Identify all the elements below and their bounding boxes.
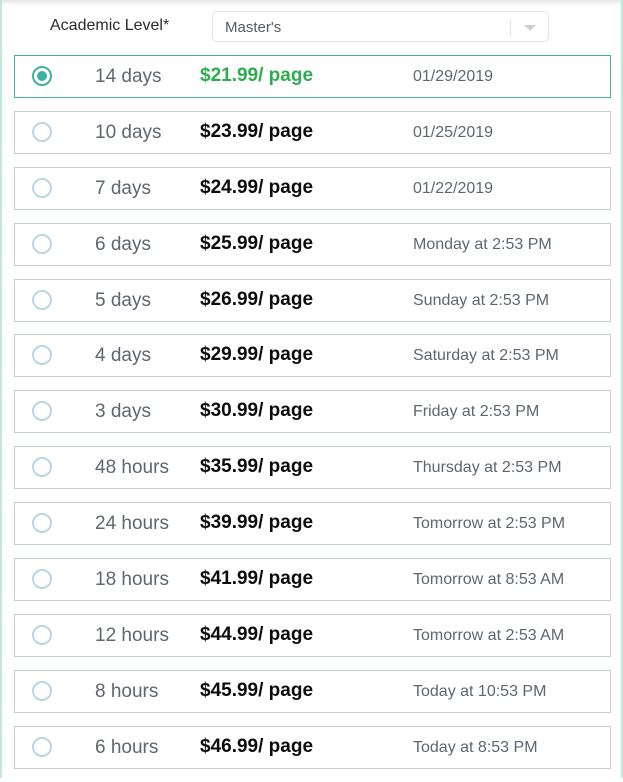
deadline-panel: Academic Level* Master's 14 days $21.99/…: [0, 0, 623, 778]
deadline-option[interactable]: 5 days $26.99/ page Sunday at 2:53 PM: [14, 278, 611, 322]
option-deadline: Saturday at 2:53 PM: [413, 347, 559, 365]
academic-level-row: Academic Level* Master's: [2, 11, 621, 43]
option-price: $41.99/ page: [200, 568, 314, 590]
radio-button-icon[interactable]: [32, 569, 52, 590]
academic-level-label: Academic Level*: [50, 17, 170, 34]
option-duration: 4 days: [95, 345, 151, 367]
deadline-option-selected[interactable]: 14 days $21.99/ page 01/29/2019: [14, 55, 611, 98]
option-price: $45.99/ page: [200, 679, 314, 701]
deadline-option[interactable]: 6 days $25.99/ page Monday at 2:53 PM: [14, 222, 611, 266]
option-price: $24.99/ page: [200, 176, 314, 198]
select-separator: [510, 20, 511, 36]
option-duration: 48 hours: [95, 457, 169, 479]
option-duration: 14 days: [95, 66, 162, 87]
deadline-option[interactable]: 4 days $29.99/ page Saturday at 2:53 PM: [14, 334, 611, 378]
option-deadline: 01/25/2019: [413, 123, 494, 141]
deadline-option[interactable]: 48 hours $35.99/ page Thursday at 2:53 P…: [14, 446, 611, 490]
option-deadline: Today at 8:53 PM: [413, 738, 538, 756]
option-duration: 7 days: [95, 177, 151, 199]
radio-button-icon[interactable]: [32, 66, 52, 86]
radio-button-icon[interactable]: [32, 345, 52, 366]
option-deadline: Friday at 2:53 PM: [413, 403, 540, 421]
option-deadline: 01/29/2019: [413, 68, 494, 85]
deadline-option[interactable]: 3 days $30.99/ page Friday at 2:53 PM: [14, 390, 611, 434]
radio-button-icon[interactable]: [32, 513, 52, 534]
option-price: $30.99/ page: [200, 400, 314, 422]
option-price: $44.99/ page: [200, 623, 314, 645]
option-deadline: Monday at 2:53 PM: [413, 235, 552, 253]
option-deadline: Sunday at 2:53 PM: [413, 291, 550, 309]
deadline-option[interactable]: 10 days $23.99/ page 01/25/2019: [14, 110, 611, 154]
option-duration: 18 hours: [95, 569, 169, 591]
option-duration: 5 days: [95, 289, 151, 311]
option-deadline: Tomorrow at 2:53 AM: [413, 626, 565, 644]
deadline-option[interactable]: 6 hours $46.99/ page Today at 8:53 PM: [14, 725, 611, 769]
option-deadline: 01/22/2019: [413, 179, 494, 197]
option-duration: 6 days: [95, 233, 151, 255]
option-price: $23.99/ page: [200, 120, 314, 142]
radio-button-icon[interactable]: [32, 177, 52, 198]
chevron-down-icon[interactable]: [524, 25, 536, 31]
deadline-option[interactable]: 8 hours $45.99/ page Today at 10:53 PM: [14, 669, 611, 713]
option-duration: 3 days: [95, 401, 151, 423]
option-duration: 6 hours: [95, 736, 159, 758]
option-price: $25.99/ page: [200, 232, 314, 254]
option-price: $29.99/ page: [200, 344, 314, 366]
radio-button-icon[interactable]: [32, 289, 52, 310]
academic-level-select[interactable]: Master's: [212, 11, 549, 42]
option-duration: 24 hours: [95, 513, 169, 535]
deadline-options-list: 14 days $21.99/ page 01/29/2019 10 days …: [14, 55, 611, 782]
radio-button-icon[interactable]: [32, 457, 52, 478]
deadline-option[interactable]: 7 days $24.99/ page 01/22/2019: [14, 166, 611, 210]
radio-button-icon[interactable]: [32, 233, 52, 254]
radio-button-icon[interactable]: [32, 736, 52, 757]
option-duration: 10 days: [95, 121, 162, 143]
option-deadline: Thursday at 2:53 PM: [413, 459, 562, 477]
deadline-option[interactable]: 24 hours $39.99/ page Tomorrow at 2:53 P…: [14, 502, 611, 546]
option-duration: 8 hours: [95, 680, 159, 702]
option-deadline: Today at 10:53 PM: [413, 682, 547, 700]
radio-button-icon[interactable]: [32, 401, 52, 422]
radio-button-icon[interactable]: [32, 680, 52, 701]
radio-button-icon[interactable]: [32, 624, 52, 645]
deadline-option[interactable]: 18 hours $41.99/ page Tomorrow at 8:53 A…: [14, 558, 611, 602]
top-shadow: [2, 0, 621, 6]
option-price: $46.99/ page: [200, 735, 314, 757]
option-deadline: Tomorrow at 8:53 AM: [413, 571, 565, 589]
option-price: $21.99/ page: [200, 65, 314, 86]
option-price: $35.99/ page: [200, 456, 314, 478]
option-duration: 12 hours: [95, 624, 169, 646]
radio-button-icon[interactable]: [32, 121, 52, 142]
academic-level-value: Master's: [225, 19, 282, 36]
option-price: $39.99/ page: [200, 512, 314, 534]
option-deadline: Tomorrow at 2:53 PM: [413, 515, 566, 533]
deadline-option[interactable]: 12 hours $44.99/ page Tomorrow at 2:53 A…: [14, 613, 611, 657]
option-price: $26.99/ page: [200, 288, 314, 310]
